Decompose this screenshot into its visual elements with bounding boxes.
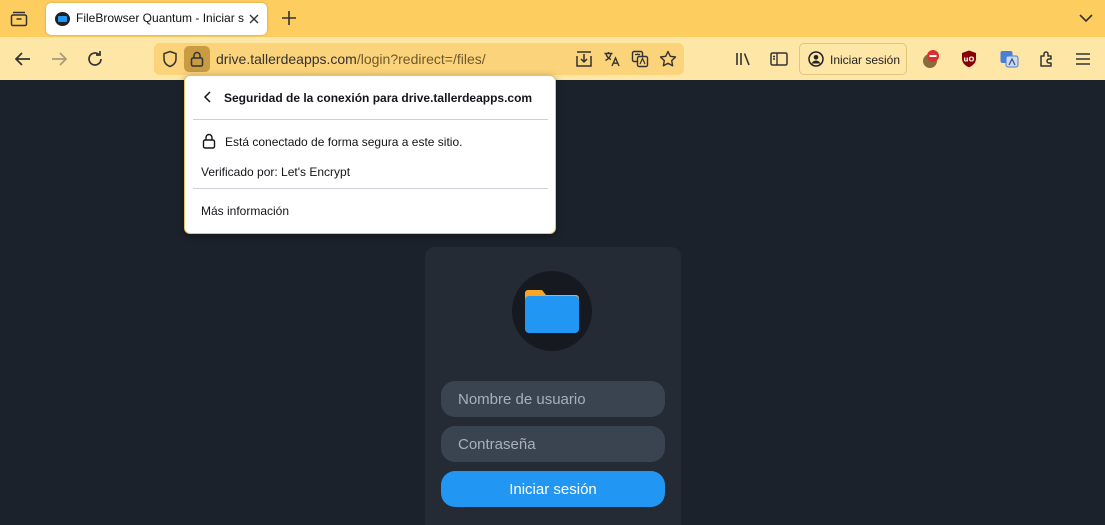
navigation-toolbar: drive.tallerdeapps.com/login?redirect=/f… [0,37,1105,80]
ublock-origin-icon[interactable]: uO [959,49,979,69]
chevron-down-icon[interactable] [1077,9,1095,27]
svg-text:uO: uO [964,56,975,64]
popup-title: Seguridad de la conexión para drive.tall… [224,91,533,105]
lock-icon [190,51,204,67]
connection-security-popup: Seguridad de la conexión para drive.tall… [184,75,556,234]
filebrowser-favicon-icon [55,12,70,26]
tracking-protection-shield-icon[interactable] [161,50,179,68]
url-text[interactable]: drive.tallerdeapps.com/login?redirect=/f… [216,51,486,67]
password-input[interactable]: Contraseña [441,426,665,462]
close-tab-icon[interactable] [246,11,262,27]
divider [193,188,548,189]
secure-connection-text: Está conectado de forma segura a este si… [225,135,463,149]
url-path: /login?redirect=/files/ [356,51,486,67]
sidebar-icon[interactable] [769,49,789,69]
sign-in-label: Iniciar sesión [830,53,901,67]
bookmark-star-icon[interactable] [659,50,677,68]
extension-blocker-icon[interactable] [921,49,941,69]
back-chevron-icon[interactable] [201,89,215,105]
back-arrow-icon[interactable] [13,49,33,69]
url-host: drive.tallerdeapps.com [216,51,357,67]
translator-extension-icon[interactable] [999,49,1019,69]
sign-in-button[interactable]: Iniciar sesión [799,43,907,75]
address-bar[interactable]: drive.tallerdeapps.com/login?redirect=/f… [154,43,684,75]
login-button[interactable]: Iniciar sesión [441,471,665,507]
lock-icon [202,133,216,152]
login-card: Nombre de usuario Contraseña Iniciar ses… [425,247,681,525]
library-icon[interactable] [733,49,753,69]
tab-filebrowser[interactable]: FileBrowser Quantum - Iniciar se [46,3,267,35]
tab-strip: FileBrowser Quantum - Iniciar se [0,0,1105,37]
new-tab-icon[interactable] [279,8,299,28]
divider [193,119,548,120]
hamburger-menu-icon[interactable] [1073,49,1093,69]
tab-title: FileBrowser Quantum - Iniciar se [76,11,244,25]
translate-icon[interactable] [603,50,621,68]
account-icon [808,51,824,67]
folder-logo-icon [512,271,592,351]
list-all-tabs-icon[interactable] [8,8,30,30]
username-input[interactable]: Nombre de usuario [441,381,665,417]
page-translate-icon[interactable] [631,50,649,68]
more-information-link[interactable]: Más información [201,204,289,218]
verified-by-text: Verificado por: Let's Encrypt [201,165,351,179]
extensions-puzzle-icon[interactable] [1037,49,1057,69]
reload-icon[interactable] [85,49,105,69]
save-to-pocket-icon[interactable] [575,50,593,68]
forward-arrow-icon[interactable] [49,49,69,69]
site-security-lock-button[interactable] [184,46,210,72]
